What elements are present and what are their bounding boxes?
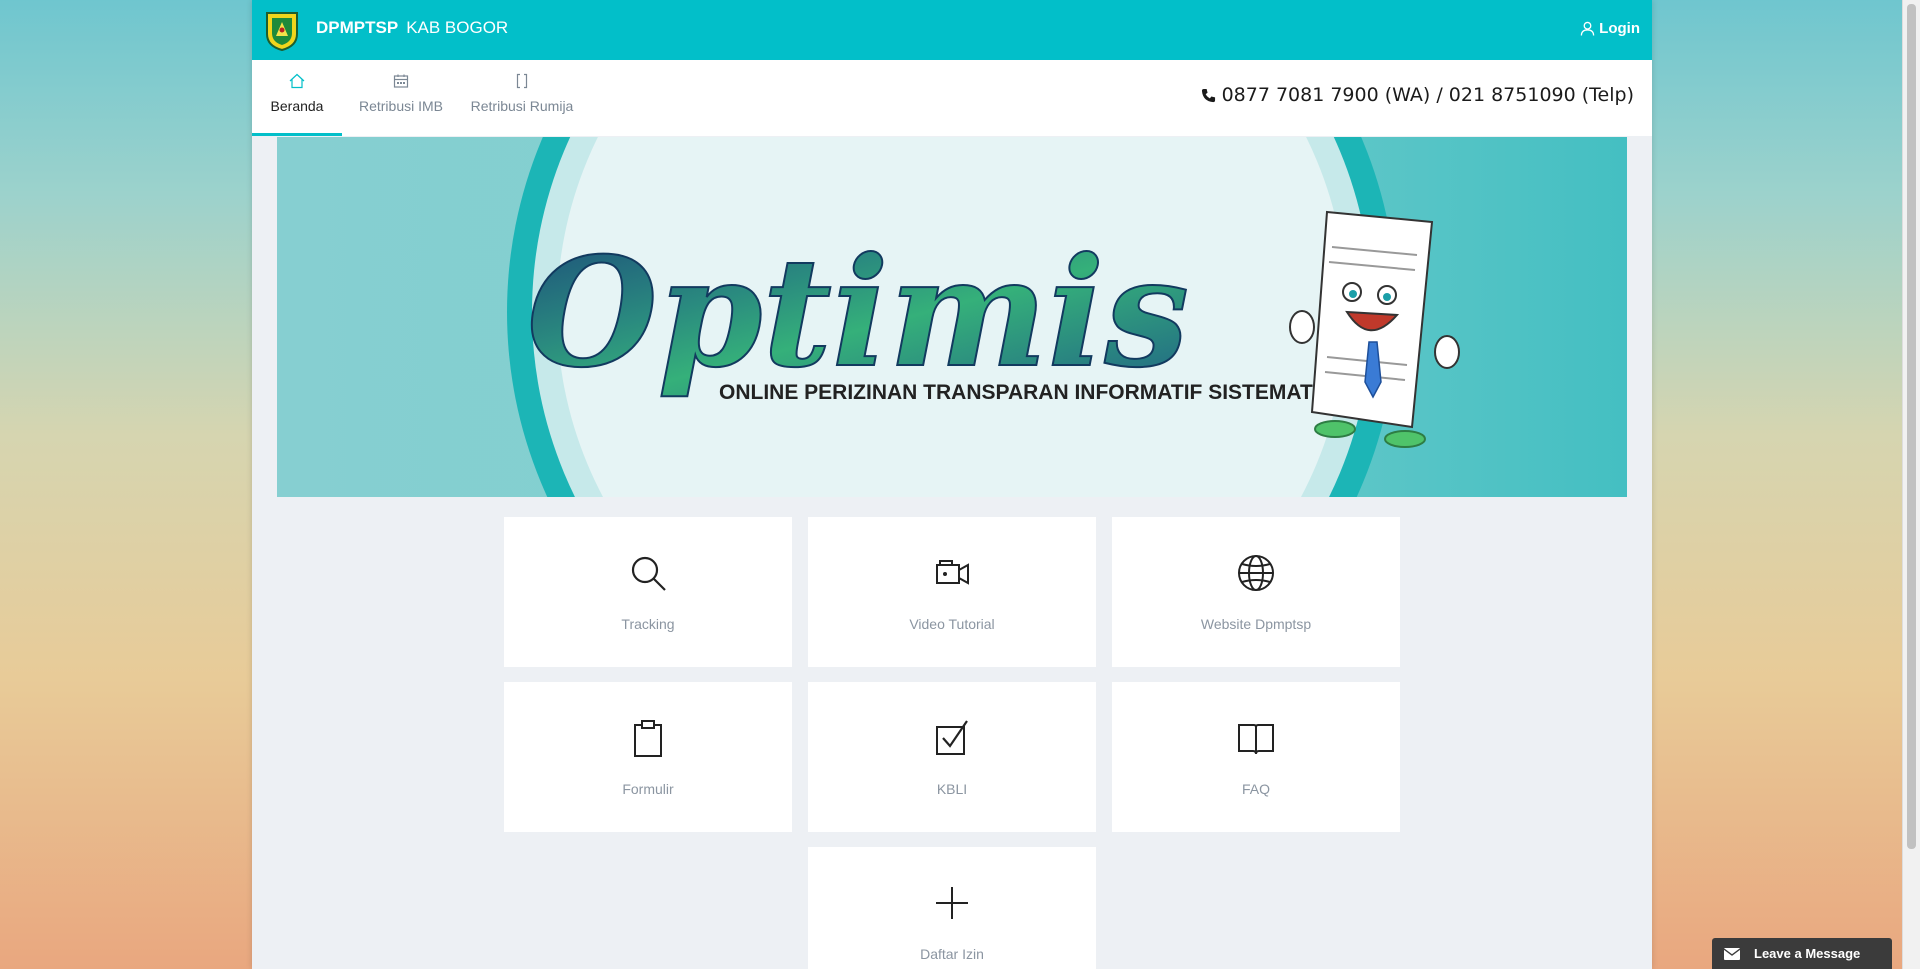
phone-text: 0877 7081 7900 (WA) / 021 8751090 (Telp) (1221, 84, 1634, 106)
tile-label: Formulir (622, 781, 674, 797)
tab-label: Retribusi IMB (358, 98, 444, 114)
envelope-icon (1724, 947, 1740, 960)
page-frame: DPMPTSP KAB BOGOR Login Beranda Retribus… (252, 0, 1652, 969)
home-icon (289, 73, 305, 89)
video-camera-icon (936, 560, 969, 585)
kbli-tile[interactable]: KBLI (808, 682, 1096, 832)
tab-label: Retribusi Rumija (470, 98, 574, 114)
book-icon (1238, 724, 1274, 755)
video-tutorial-tile[interactable]: Video Tutorial (808, 517, 1096, 667)
tab-retribusi-imb[interactable]: Retribusi IMB (350, 60, 452, 136)
brand-regular: KAB BOGOR (406, 18, 509, 37)
page-scrollbar[interactable] (1902, 0, 1920, 969)
tile-label: Website Dpmptsp (1200, 616, 1312, 632)
phone-contact: 0877 7081 7900 (WA) / 021 8751090 (Telp) (1201, 84, 1634, 106)
daftar-izin-tile[interactable]: Daftar Izin (808, 847, 1096, 969)
chat-label: Leave a Message (1754, 946, 1861, 961)
website-dpmptsp-tile[interactable]: Website Dpmptsp (1112, 517, 1400, 667)
tile-label: Tracking (621, 616, 675, 632)
search-icon (631, 556, 666, 591)
tab-retribusi-rumija[interactable]: Retribusi Rumija (464, 60, 580, 136)
login-label: Login (1599, 20, 1640, 37)
clipboard-icon (634, 720, 662, 757)
scrollbar-thumb[interactable] (1907, 4, 1916, 849)
user-icon (1580, 21, 1595, 36)
faq-tile[interactable]: FAQ (1112, 682, 1400, 832)
hero-banner: Optimis ONLINE PERIZINAN TRANSPARAN INFO… (277, 137, 1627, 497)
optimis-banner-art: Optimis ONLINE PERIZINAN TRANSPARAN INFO… (277, 137, 1627, 497)
calendar-icon (393, 74, 409, 88)
tile-label: Video Tutorial (909, 616, 995, 632)
optimis-logo-text: Optimis (527, 225, 1189, 401)
globe-icon (1238, 555, 1274, 591)
phone-icon (1201, 88, 1215, 102)
leave-message-button[interactable]: Leave a Message (1712, 938, 1892, 969)
nav-bar: Beranda Retribusi IMB Retribusi Rumija 0… (252, 60, 1652, 136)
plus-icon (936, 887, 968, 919)
login-button[interactable]: Login (1580, 20, 1640, 37)
brand-bold: DPMPTSP (316, 18, 399, 37)
banner-subtitle: ONLINE PERIZINAN TRANSPARAN INFORMATIF S… (719, 381, 1333, 404)
tile-label: FAQ (1241, 781, 1270, 797)
bracket-icon (516, 73, 528, 89)
tab-beranda[interactable]: Beranda (252, 60, 342, 136)
tracking-tile[interactable]: Tracking (504, 517, 792, 667)
checkbox-icon (936, 720, 968, 755)
tile-label: Daftar Izin (920, 946, 984, 962)
brand-title[interactable]: DPMPTSP KAB BOGOR (316, 18, 508, 38)
top-bar: DPMPTSP KAB BOGOR Login (252, 0, 1652, 60)
tab-label: Beranda (270, 98, 324, 114)
kabupaten-bogor-logo (266, 12, 298, 52)
formulir-tile[interactable]: Formulir (504, 682, 792, 832)
tile-label: KBLI (936, 781, 968, 797)
